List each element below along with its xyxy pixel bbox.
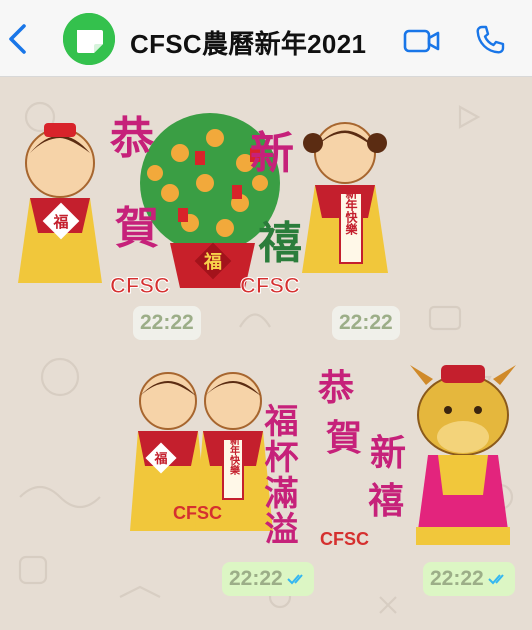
sticker-gong-hei-tree[interactable]: 福 福 新年快樂 恭 賀 新 禧 CFSC CFSC bbox=[10, 93, 400, 303]
left-kid-fu-char: 福 bbox=[52, 213, 68, 231]
message-timestamp: 22:22 bbox=[133, 306, 201, 340]
sticker3-char-hei: 賀 bbox=[326, 418, 362, 459]
sticker3-char-san: 新 bbox=[370, 433, 406, 474]
sticker3-brand: CFSC bbox=[320, 529, 369, 549]
sticker-ox-gong-hei[interactable]: 恭 賀 新 禧 CFSC bbox=[318, 355, 530, 555]
sticker3-char-hei2: 禧 bbox=[368, 481, 404, 522]
chat-title[interactable]: CFSC農曆新年2021 bbox=[130, 24, 366, 61]
ox-illustration bbox=[410, 365, 516, 545]
message-timestamp: 22:22 bbox=[332, 306, 400, 340]
timestamp-text: 22:22 bbox=[229, 567, 283, 590]
timestamp-text: 22:22 bbox=[339, 311, 393, 334]
sticker2-phrase: 福杯滿溢 bbox=[258, 403, 299, 547]
sticker-avatar-icon bbox=[63, 13, 115, 65]
video-call-icon[interactable] bbox=[403, 28, 441, 54]
sticker1-char-gong: 恭 bbox=[109, 113, 154, 164]
message-timestamp: 22:22 bbox=[222, 562, 314, 596]
chevron-left-icon[interactable] bbox=[6, 22, 28, 56]
timestamp-text: 22:22 bbox=[430, 567, 484, 590]
phone-icon[interactable] bbox=[474, 24, 506, 56]
sticker1-char-san: 新 bbox=[250, 128, 294, 179]
sticker2-brand: CFSC bbox=[173, 503, 222, 523]
right-kid-scroll-text: 新年快樂 bbox=[344, 186, 358, 236]
avatar[interactable] bbox=[63, 13, 115, 65]
sticker1-brand-left: CFSC bbox=[110, 273, 170, 298]
sticker1-char-hei2: 禧 bbox=[258, 218, 302, 269]
pot-fu-char: 福 bbox=[203, 251, 222, 273]
read-receipt-icon bbox=[287, 574, 303, 585]
sticker1-char-hei: 賀 bbox=[115, 203, 159, 254]
kid-fu-char: 福 bbox=[153, 451, 167, 467]
right-kid-illustration: 新年快樂 bbox=[302, 122, 388, 273]
chat-messages-area[interactable]: 福 福 新年快樂 恭 賀 新 禧 CFSC CFSC 22:22 22:22 福… bbox=[0, 77, 532, 630]
message-timestamp: 22:22 bbox=[423, 562, 515, 596]
sticker3-char-gong: 恭 bbox=[318, 368, 354, 409]
read-receipt-icon bbox=[488, 574, 504, 585]
chat-header: CFSC農曆新年2021 bbox=[0, 0, 532, 77]
timestamp-text: 22:22 bbox=[140, 311, 194, 334]
left-kid-illustration: 福 bbox=[18, 123, 102, 283]
sticker1-brand-right: CFSC bbox=[240, 273, 300, 298]
